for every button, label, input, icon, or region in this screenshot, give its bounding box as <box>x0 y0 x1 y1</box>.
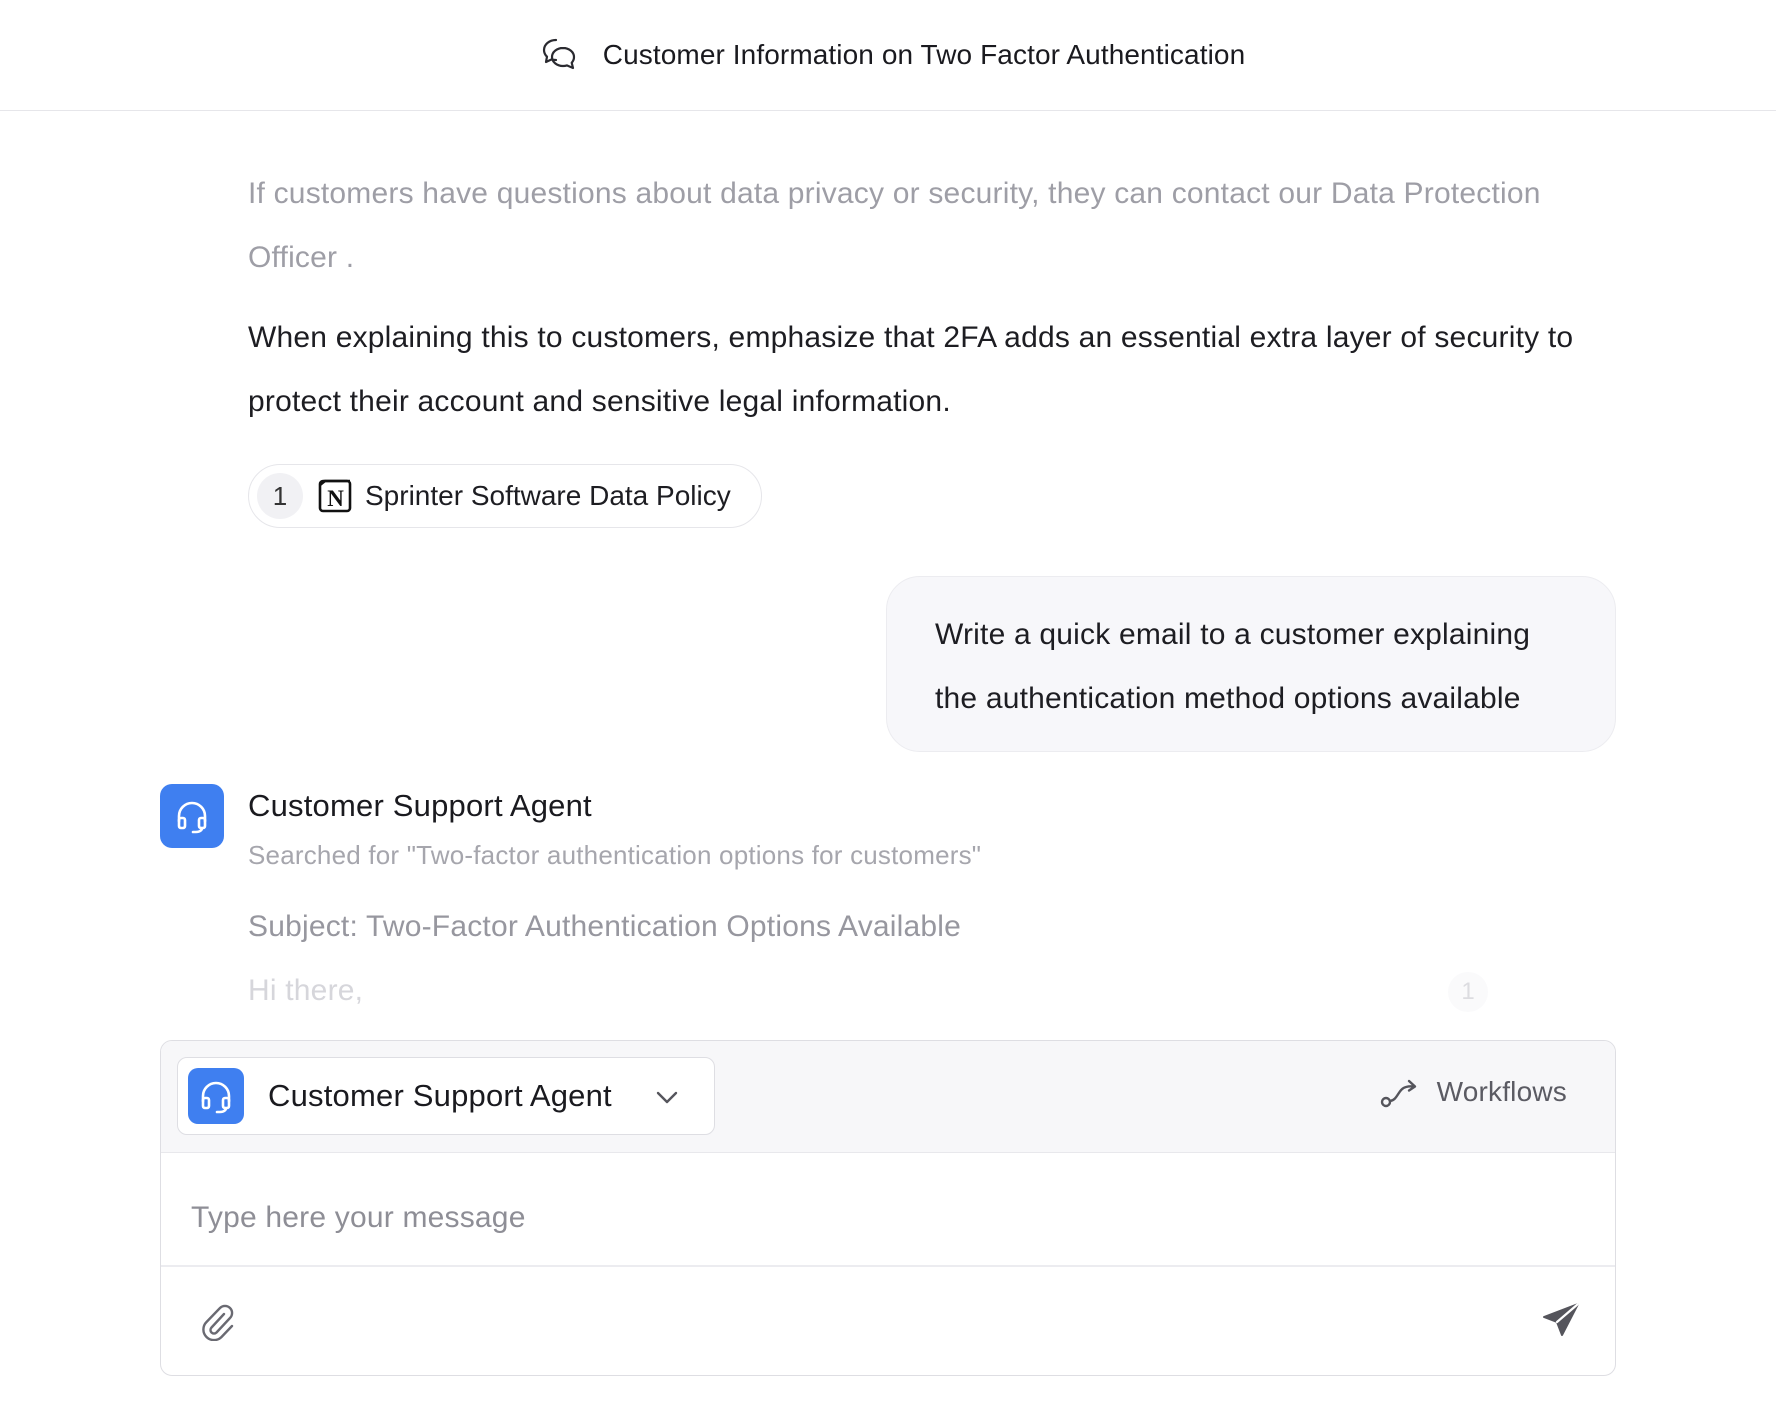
source-citation-chip[interactable]: 1 N Sprinter Software Data Policy <box>248 464 762 528</box>
svg-text:N: N <box>327 486 344 511</box>
email-subject-line: Subject: Two-Factor Authentication Optio… <box>248 910 962 943</box>
message-composer: Customer Support Agent Workflows <box>160 1040 1616 1376</box>
headset-icon <box>173 797 211 835</box>
agent-selector-label: Customer Support Agent <box>268 1078 612 1113</box>
paperclip-icon[interactable] <box>199 1301 235 1341</box>
agent-selector-dropdown[interactable]: Customer Support Agent <box>177 1057 715 1135</box>
user-message-bubble: Write a quick email to a customer explai… <box>886 576 1616 752</box>
composer-divider <box>161 1265 1615 1267</box>
notion-icon: N <box>317 477 355 515</box>
page-title: Customer Information on Two Factor Authe… <box>602 39 1246 70</box>
headset-icon <box>188 1068 244 1124</box>
citation-number-faded: 1 <box>1448 972 1488 1012</box>
chat-bubbles-icon <box>541 36 579 74</box>
workflow-route-icon <box>1379 1075 1419 1109</box>
send-icon[interactable] <box>1541 1301 1581 1341</box>
assistant-paragraph: When explaining this to customers, empha… <box>248 321 1574 418</box>
citation-number: 1 <box>257 473 303 519</box>
chevron-down-icon <box>654 1084 680 1110</box>
agent-search-status: Searched for "Two-factor authentication … <box>248 840 982 870</box>
workflows-label: Workflows <box>1436 1076 1567 1107</box>
workflows-button[interactable]: Workflows <box>1379 1075 1567 1109</box>
agent-name: Customer Support Agent <box>248 788 592 823</box>
email-greeting: Hi there, <box>248 974 364 1007</box>
source-label: Sprinter Software Data Policy <box>365 480 731 511</box>
assistant-paragraph-faded: If customers have questions about data p… <box>248 177 1541 274</box>
top-bar: Customer Information on Two Factor Authe… <box>0 0 1776 111</box>
message-input[interactable] <box>191 1193 1571 1243</box>
composer-toolbar: Customer Support Agent Workflows <box>161 1041 1615 1153</box>
agent-avatar <box>160 784 224 848</box>
